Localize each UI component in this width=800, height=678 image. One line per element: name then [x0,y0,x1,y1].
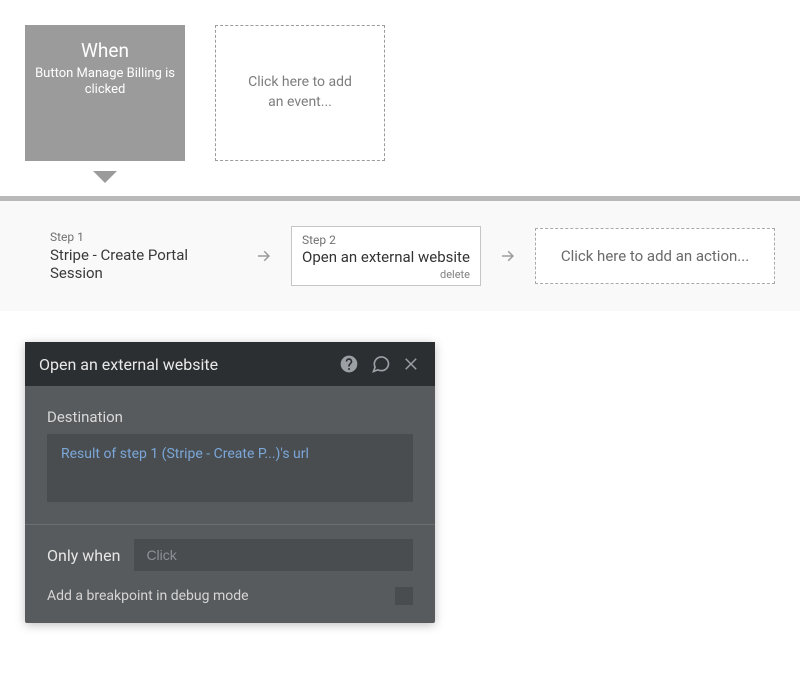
add-event-label: Click here to add an event... [240,73,360,112]
panel-title: Open an external website [39,355,327,374]
help-icon[interactable] [339,354,359,374]
event-card[interactable]: When Button Manage Billing is clicked [25,25,185,161]
add-action-label: Click here to add an action... [561,247,749,265]
arrow-right-icon [255,247,273,265]
add-event-card[interactable]: Click here to add an event... [215,25,385,161]
step-title: Open an external website [302,248,470,266]
panel-body: Destination Result of step 1 (Stripe - C… [25,386,435,623]
arrow-right-icon [499,247,517,265]
destination-expression[interactable]: Result of step 1 (Stripe - Create P...)'… [47,434,413,502]
only-when-label: Only when [47,546,120,565]
steps-strip: Step 1 Stripe - Create Portal Session St… [0,196,800,311]
events-row: When Button Manage Billing is clicked Cl… [0,0,800,161]
step-number: Step 1 [50,230,237,244]
step-1[interactable]: Step 1 Stripe - Create Portal Session [50,230,237,282]
panel-header: Open an external website [25,342,435,386]
comment-icon[interactable] [371,354,391,374]
only-when-row: Only when [47,539,413,571]
step-2[interactable]: Step 2 Open an external website delete [291,226,481,286]
divider [25,524,435,525]
destination-label: Destination [47,408,413,426]
event-subtitle: Button Manage Billing is clicked [35,66,175,99]
event-title: When [81,39,129,62]
property-panel: Open an external website Destination Res… [25,342,435,623]
step-title: Stripe - Create Portal Session [50,246,237,282]
breakpoint-label: Add a breakpoint in debug mode [47,588,249,604]
breakpoint-row: Add a breakpoint in debug mode [47,587,413,605]
close-icon[interactable] [403,355,421,373]
only-when-input[interactable] [134,539,413,571]
step-delete-link[interactable]: delete [302,268,470,281]
step-number: Step 2 [302,233,470,247]
breakpoint-checkbox[interactable] [395,587,413,605]
destination-expression-text: Result of step 1 (Stripe - Create P...)'… [61,446,309,462]
add-action-card[interactable]: Click here to add an action... [535,228,775,284]
